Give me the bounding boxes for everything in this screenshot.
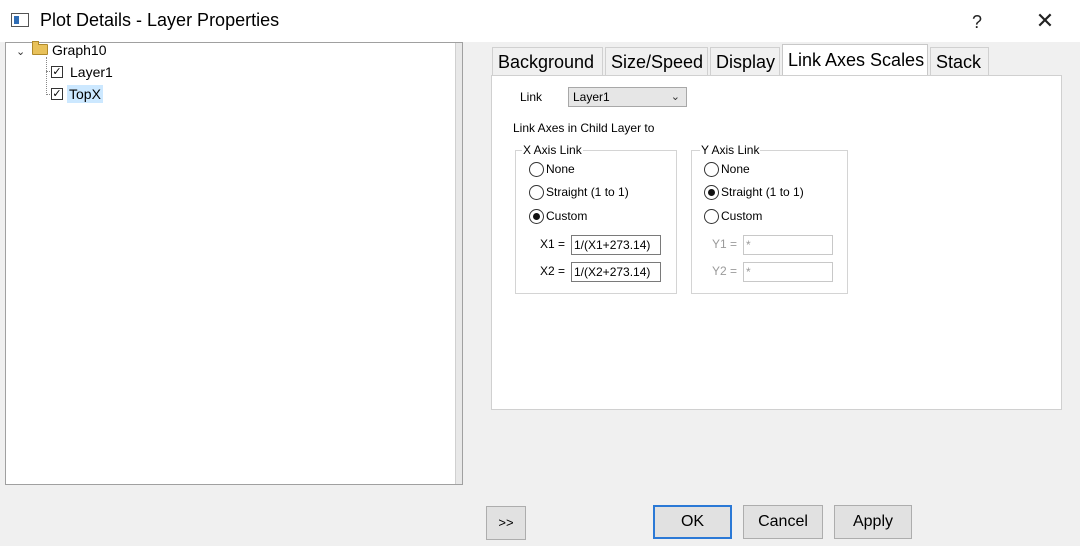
expand-panel-button[interactable]: >> — [486, 506, 526, 540]
x1-label: X1 = — [540, 237, 566, 251]
tree-scrollbar[interactable] — [455, 43, 462, 484]
layer1-checkbox[interactable]: ✓ — [51, 66, 63, 78]
option-label: None — [546, 162, 575, 176]
child-layer-label: Link Axes in Child Layer to — [513, 121, 655, 135]
layer-tree[interactable]: ⌄ Graph10 ✓ Layer1 ✓ TopX — [5, 41, 463, 485]
x1-formula-input[interactable]: 1/(X1+273.14) — [571, 235, 661, 255]
ok-button[interactable]: OK — [653, 505, 732, 539]
x-link-none-option[interactable]: None — [529, 161, 575, 178]
window-title: Plot Details - Layer Properties — [40, 10, 280, 30]
link-layer-value: Layer1 — [573, 90, 610, 104]
radio-button[interactable] — [704, 162, 719, 178]
x-axis-link-title: X Axis Link — [522, 143, 583, 157]
tree-node-label-selected: TopX — [67, 85, 103, 103]
title-bar: Plot Details - Layer Properties ? ✕ — [0, 0, 1080, 42]
y2-label: Y2 = — [712, 264, 738, 278]
link-axes-panel: Link Layer1 ⌄ Link Axes in Child Layer t… — [491, 75, 1062, 410]
y-link-none-option[interactable]: None — [704, 161, 750, 178]
radio-button-selected[interactable] — [704, 185, 719, 201]
tab-display[interactable]: Display — [710, 47, 780, 75]
y-axis-link-group: Y Axis Link None Straight (1 to 1) Custo… — [691, 143, 848, 294]
cancel-button[interactable]: Cancel — [743, 505, 823, 539]
apply-button[interactable]: Apply — [834, 505, 912, 539]
radio-button[interactable] — [704, 209, 719, 225]
option-label: Straight (1 to 1) — [721, 185, 804, 199]
close-button[interactable]: ✕ — [1028, 6, 1062, 36]
tree-node-label: Graph10 — [52, 42, 107, 58]
app-icon — [11, 13, 29, 27]
folder-open-icon — [32, 41, 48, 55]
radio-button-selected[interactable] — [529, 209, 544, 225]
option-label: None — [721, 162, 750, 176]
link-layer-select[interactable]: Layer1 ⌄ — [568, 87, 687, 107]
tab-size-speed[interactable]: Size/Speed — [605, 47, 708, 75]
y-link-custom-option[interactable]: Custom — [704, 208, 763, 225]
tab-background[interactable]: Background — [492, 47, 603, 75]
expand-chevron-icon[interactable]: ⌄ — [16, 43, 25, 61]
tree-node-topx[interactable]: ✓ TopX — [6, 85, 206, 103]
x2-label: X2 = — [540, 264, 566, 278]
x2-formula-input[interactable]: 1/(X2+273.14) — [571, 262, 661, 282]
radio-button[interactable] — [529, 185, 544, 201]
topx-checkbox[interactable]: ✓ — [51, 88, 63, 100]
tab-stack[interactable]: Stack — [930, 47, 989, 75]
y1-formula-input: * — [743, 235, 833, 255]
y2-formula-input: * — [743, 262, 833, 282]
y-axis-link-title: Y Axis Link — [700, 143, 761, 157]
x-link-straight-option[interactable]: Straight (1 to 1) — [529, 184, 629, 201]
tree-node-layer1[interactable]: ✓ Layer1 — [6, 63, 206, 81]
tree-node-graph10[interactable]: ⌄ Graph10 — [6, 41, 206, 59]
y1-label: Y1 = — [712, 237, 738, 251]
link-label: Link — [520, 90, 543, 104]
x-axis-link-group: X Axis Link None Straight (1 to 1) Custo… — [515, 143, 677, 294]
help-button[interactable]: ? — [962, 8, 992, 36]
tab-link-axes-scales[interactable]: Link Axes Scales — [782, 44, 928, 75]
option-label: Custom — [546, 209, 588, 223]
option-label: Straight (1 to 1) — [546, 185, 629, 199]
chevron-down-icon: ⌄ — [670, 91, 680, 103]
tree-node-label: Layer1 — [70, 64, 113, 80]
option-label: Custom — [721, 209, 763, 223]
y-link-straight-option[interactable]: Straight (1 to 1) — [704, 184, 804, 201]
radio-button[interactable] — [529, 162, 544, 178]
x-link-custom-option[interactable]: Custom — [529, 208, 588, 225]
